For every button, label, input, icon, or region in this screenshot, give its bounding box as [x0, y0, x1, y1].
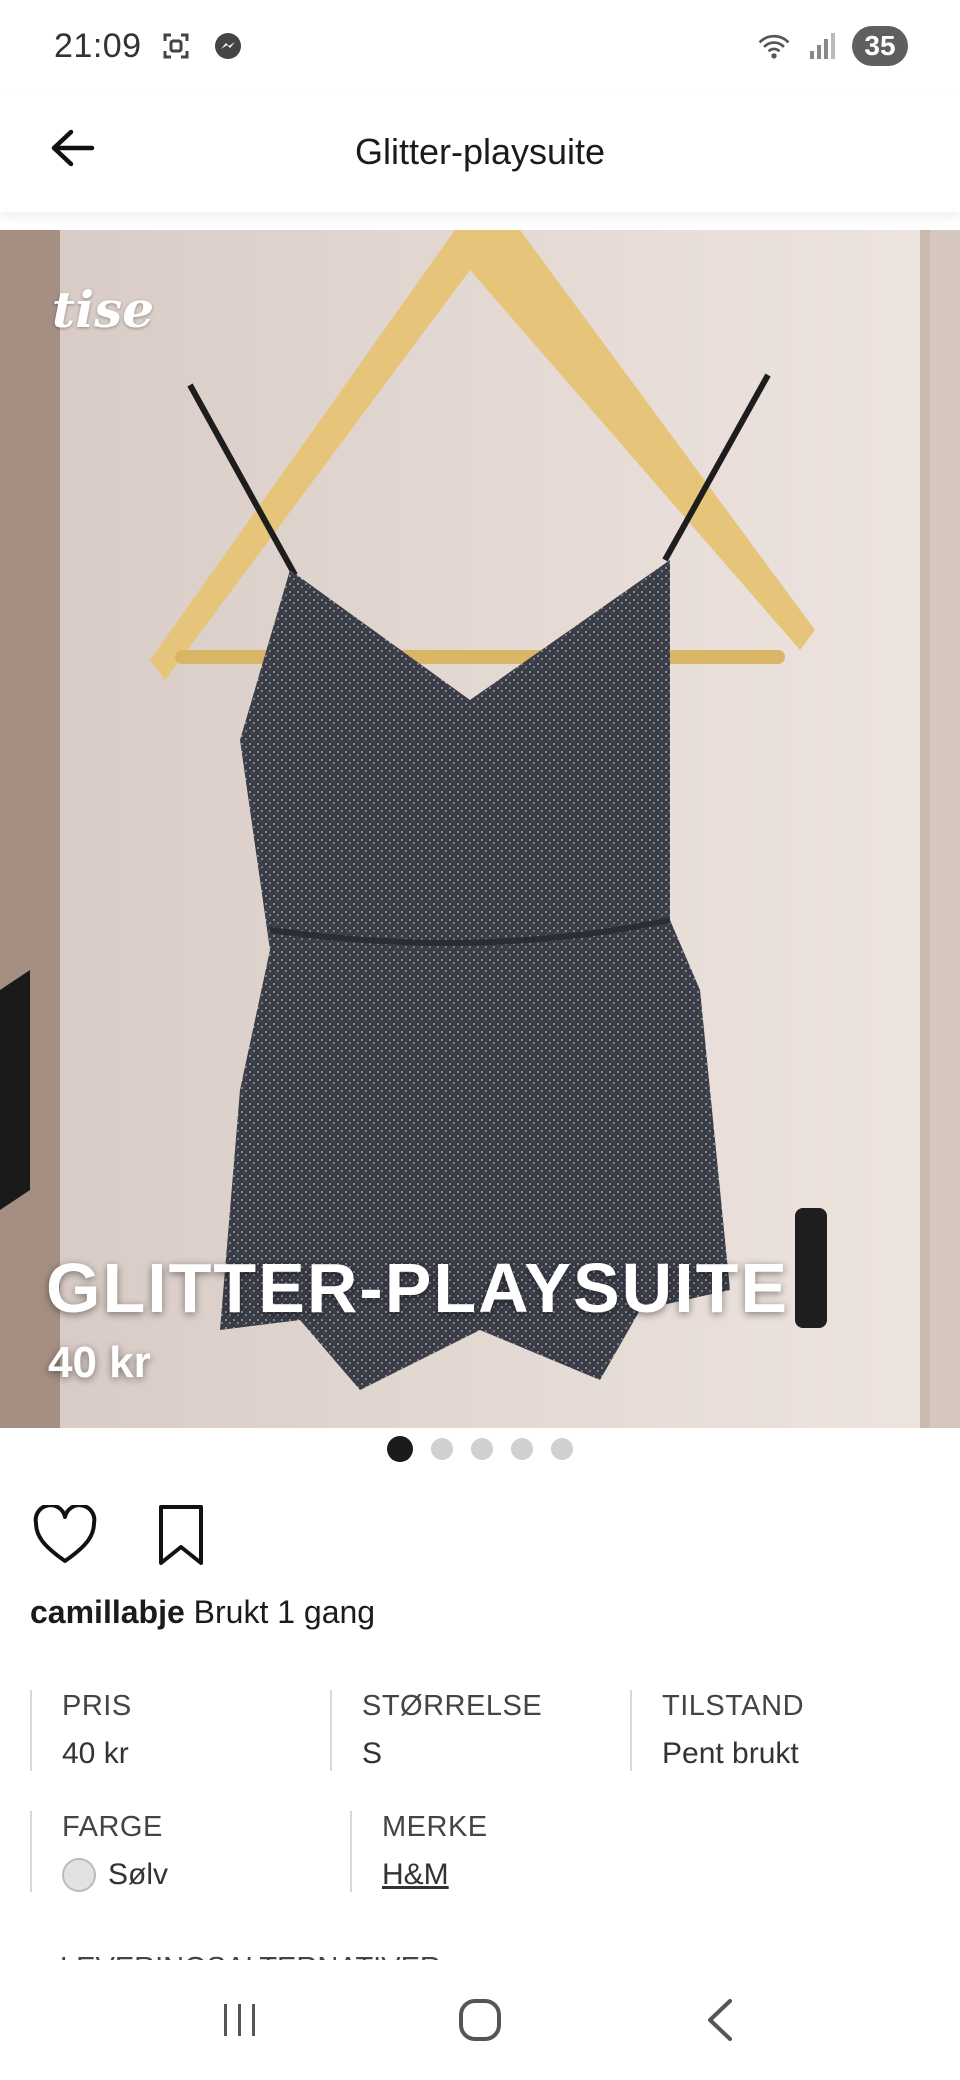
back-icon — [708, 1999, 732, 2041]
recents-button[interactable] — [200, 1980, 280, 2060]
signal-icon — [804, 28, 840, 64]
back-button[interactable] — [40, 116, 104, 180]
app-bar: Glitter-playsuite — [0, 92, 960, 212]
home-icon — [459, 1999, 501, 2041]
detail-brand: MERKE H&M — [350, 1811, 670, 1892]
carousel-dot[interactable] — [431, 1438, 453, 1460]
seller-username[interactable]: camillabje — [30, 1594, 185, 1630]
color-swatch — [62, 1858, 96, 1892]
hero-price: 40 kr — [48, 1338, 151, 1387]
carousel-dot[interactable] — [387, 1436, 413, 1462]
tise-watermark: tise — [52, 280, 155, 339]
screenshot-icon — [158, 28, 194, 64]
nav-back-button[interactable] — [680, 1980, 760, 2060]
detail-size: STØRRELSE S — [330, 1690, 630, 1771]
heart-icon — [33, 1505, 97, 1563]
detail-condition: TILSTAND Pent brukt — [630, 1690, 930, 1771]
bookmark-icon — [159, 1505, 203, 1565]
seller-note: Brukt 1 gang — [193, 1594, 376, 1630]
like-button[interactable] — [30, 1500, 100, 1570]
carousel-dot[interactable] — [471, 1438, 493, 1460]
system-nav-bar — [0, 1960, 960, 2080]
battery-level: 35 — [852, 26, 908, 66]
action-row — [30, 1500, 216, 1570]
carousel-indicator — [0, 1436, 960, 1462]
seller-info: camillabje Brukt 1 gang — [30, 1594, 375, 1631]
arrow-left-icon — [51, 129, 95, 167]
page-title: Glitter-playsuite — [354, 131, 606, 172]
carousel-dot[interactable] — [511, 1438, 533, 1460]
status-bar: 21:09 35 — [0, 0, 960, 92]
brand-link[interactable]: H&M — [382, 1858, 449, 1892]
save-button[interactable] — [146, 1500, 216, 1570]
messenger-icon — [210, 28, 246, 64]
wifi-icon — [756, 28, 792, 64]
status-time: 21:09 — [54, 26, 142, 65]
product-image[interactable]: tise GLITTER-PLAYSUITE 40 kr — [0, 230, 960, 1428]
detail-price: PRIS 40 kr — [30, 1690, 330, 1771]
home-button[interactable] — [440, 1980, 520, 2060]
recents-icon — [224, 2004, 255, 2036]
detail-color: FARGE Sølv — [30, 1811, 350, 1892]
product-details: PRIS 40 kr STØRRELSE S TILSTAND Pent bru… — [30, 1690, 930, 1932]
color-value: Sølv — [108, 1858, 168, 1891]
hero-title: GLITTER-PLAYSUITE — [46, 1249, 790, 1327]
carousel-dot[interactable] — [551, 1438, 573, 1460]
